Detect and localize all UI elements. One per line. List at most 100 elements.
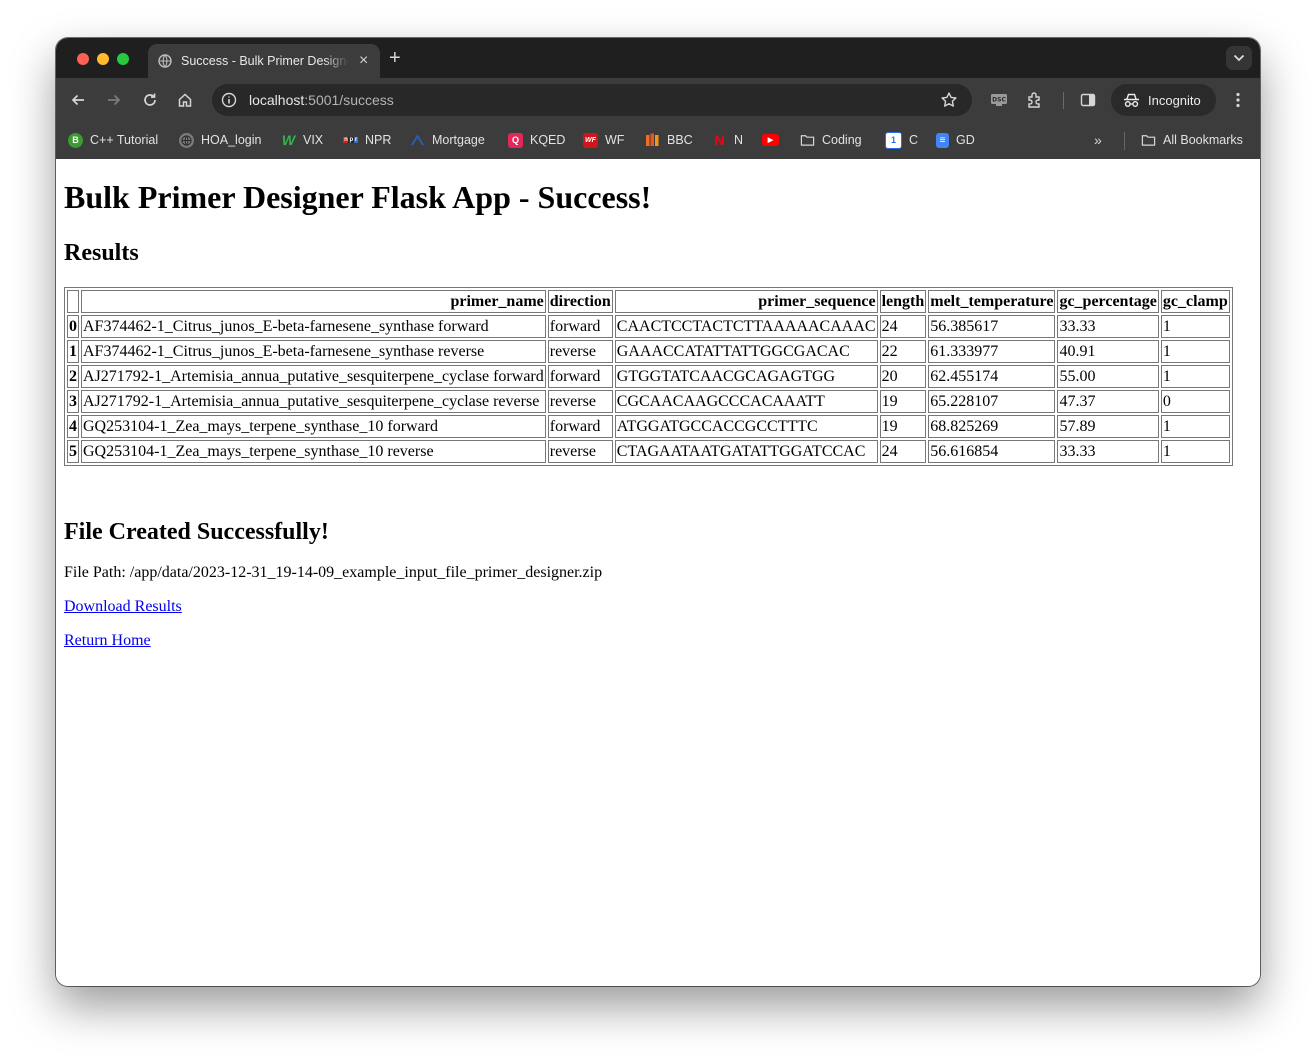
bookmarks-divider [1124, 132, 1125, 150]
row-index: 0 [67, 315, 79, 338]
cell-length: 20 [879, 365, 927, 388]
cell-direction: forward [547, 315, 613, 338]
bookmark-item[interactable]: N N [712, 131, 743, 149]
toolbar-divider [1063, 92, 1064, 109]
site-info-icon[interactable] [221, 92, 237, 108]
bookmark-item[interactable]: Mortgage [410, 131, 485, 149]
all-bookmarks-label: All Bookmarks [1163, 133, 1243, 147]
bookmark-label: C [909, 133, 919, 147]
bookmark-label: N [734, 133, 744, 147]
column-header-melt-temperature: melt_temperature [928, 290, 1056, 313]
bookmark-label: HOA_login [201, 133, 262, 147]
cell-melt-temperature: 68.825269 [928, 415, 1056, 438]
active-tab[interactable]: Success - Bulk Primer Designer × [148, 44, 380, 78]
bookmark-label: KQED [530, 133, 566, 147]
more-bookmarks-button[interactable]: » [1094, 131, 1102, 149]
extensions-puzzle-icon[interactable] [1023, 88, 1047, 112]
results-table: primer_name direction primer_sequence le… [64, 287, 1233, 466]
wf-icon: WF [583, 132, 598, 148]
incognito-indicator[interactable]: Incognito [1111, 84, 1216, 116]
bookmark-label: Coding [822, 133, 862, 147]
url-text[interactable]: localhost:5001/success [249, 92, 394, 108]
cell-gc-clamp: 0 [1160, 390, 1230, 413]
bookmark-folder-coding[interactable]: Coding [800, 131, 862, 149]
bookmark-label: C++ Tutorial [90, 133, 159, 147]
back-icon[interactable] [66, 88, 90, 112]
cell-melt-temperature: 61.333977 [928, 340, 1056, 363]
cell-gc-percentage: 33.33 [1057, 315, 1159, 338]
address-bar[interactable]: localhost:5001/success [212, 84, 972, 116]
minimize-window-button[interactable] [97, 53, 109, 65]
cell-length: 24 [879, 440, 927, 463]
url-host: localhost [249, 92, 305, 108]
column-header-gc-percentage: gc_percentage [1057, 290, 1159, 313]
cell-primer-name: AJ271792-1_Artemisia_annua_putative_sesq… [81, 365, 546, 388]
bookmark-item[interactable]: ≡ GD [936, 131, 975, 149]
cell-direction: reverse [547, 390, 613, 413]
cell-primer-sequence: ATGGATGCCACCGCCTTTC [614, 415, 878, 438]
side-panel-icon[interactable] [1076, 88, 1100, 112]
bookmarks-bar: B C++ Tutorial HOA_login W VIX npr NPR M… [56, 122, 1260, 160]
globe-icon [179, 132, 194, 148]
bookmark-item[interactable]: HOA_login [179, 131, 261, 149]
table-row: 0 AF374462-1_Citrus_junos_E-beta-farnese… [67, 315, 1230, 338]
page-title: Bulk Primer Designer Flask App - Success… [64, 179, 652, 215]
bookmark-item[interactable]: ▶ [762, 131, 779, 149]
cell-melt-temperature: 56.385617 [928, 315, 1056, 338]
close-window-button[interactable] [77, 53, 89, 65]
column-header-direction: direction [547, 290, 613, 313]
cell-length: 24 [879, 315, 927, 338]
cell-gc-clamp: 1 [1160, 415, 1230, 438]
file-path-text: File Path: /app/data/2023-12-31_19-14-09… [64, 564, 603, 581]
chevron-down-icon [1233, 54, 1245, 62]
maximize-window-button[interactable] [117, 53, 129, 65]
results-heading: Results [64, 240, 139, 266]
menu-kebab-icon[interactable] [1226, 88, 1250, 112]
extension-dsc-icon[interactable]: DSC [987, 88, 1011, 112]
home-icon[interactable] [173, 88, 197, 112]
npr-icon: npr [343, 137, 358, 143]
cell-length: 19 [879, 415, 927, 438]
mortgage-icon [410, 133, 425, 148]
reload-icon[interactable] [138, 88, 162, 112]
bookmark-item[interactable]: W VIX [281, 131, 323, 149]
netflix-icon: N [714, 132, 725, 148]
tab-search-button[interactable] [1226, 46, 1252, 70]
youtube-icon: ▶ [762, 134, 779, 146]
new-tab-icon[interactable]: + [389, 47, 401, 69]
folder-icon [800, 133, 815, 148]
cell-melt-temperature: 62.455174 [928, 365, 1056, 388]
download-results-link[interactable]: Download Results [64, 598, 182, 615]
row-index: 2 [67, 365, 79, 388]
bookmark-item[interactable]: WF WF [583, 131, 624, 149]
url-path: :5001/success [304, 92, 394, 108]
cell-length: 22 [879, 340, 927, 363]
close-tab-icon[interactable]: × [359, 53, 368, 69]
cell-gc-clamp: 1 [1160, 365, 1230, 388]
all-bookmarks-button[interactable]: All Bookmarks [1141, 131, 1243, 149]
bookmark-item[interactable]: BBC [645, 131, 693, 149]
forward-icon[interactable] [102, 88, 126, 112]
browser-window: Success - Bulk Primer Designer × + local… [56, 38, 1260, 986]
bookmark-label: GD [956, 133, 975, 147]
cell-melt-temperature: 56.616854 [928, 440, 1056, 463]
column-header-gc-clamp: gc_clamp [1160, 290, 1230, 313]
tab-title: Success - Bulk Primer Designer [181, 54, 349, 68]
bookmark-item[interactable]: 1 C [885, 131, 918, 149]
bookmark-item[interactable]: Q KQED [508, 131, 565, 149]
bookmark-item[interactable]: B C++ Tutorial [68, 131, 158, 149]
table-header-row: primer_name direction primer_sequence le… [67, 290, 1230, 313]
kqed-icon: Q [508, 132, 523, 148]
download-paragraph: Download Results [64, 597, 182, 617]
table-row: 1 AF374462-1_Citrus_junos_E-beta-farnese… [67, 340, 1230, 363]
table-row: 4 GQ253104-1_Zea_mays_terpene_synthase_1… [67, 415, 1230, 438]
bookmark-item[interactable]: npr NPR [343, 131, 391, 149]
table-row: 3 AJ271792-1_Artemisia_annua_putative_se… [67, 390, 1230, 413]
return-home-link[interactable]: Return Home [64, 632, 151, 649]
cell-melt-temperature: 65.228107 [928, 390, 1056, 413]
cell-gc-percentage: 55.00 [1057, 365, 1159, 388]
cell-direction: reverse [547, 340, 613, 363]
cell-length: 19 [879, 390, 927, 413]
bookmark-star-icon[interactable] [940, 91, 958, 114]
cell-primer-name: GQ253104-1_Zea_mays_terpene_synthase_10 … [81, 415, 546, 438]
